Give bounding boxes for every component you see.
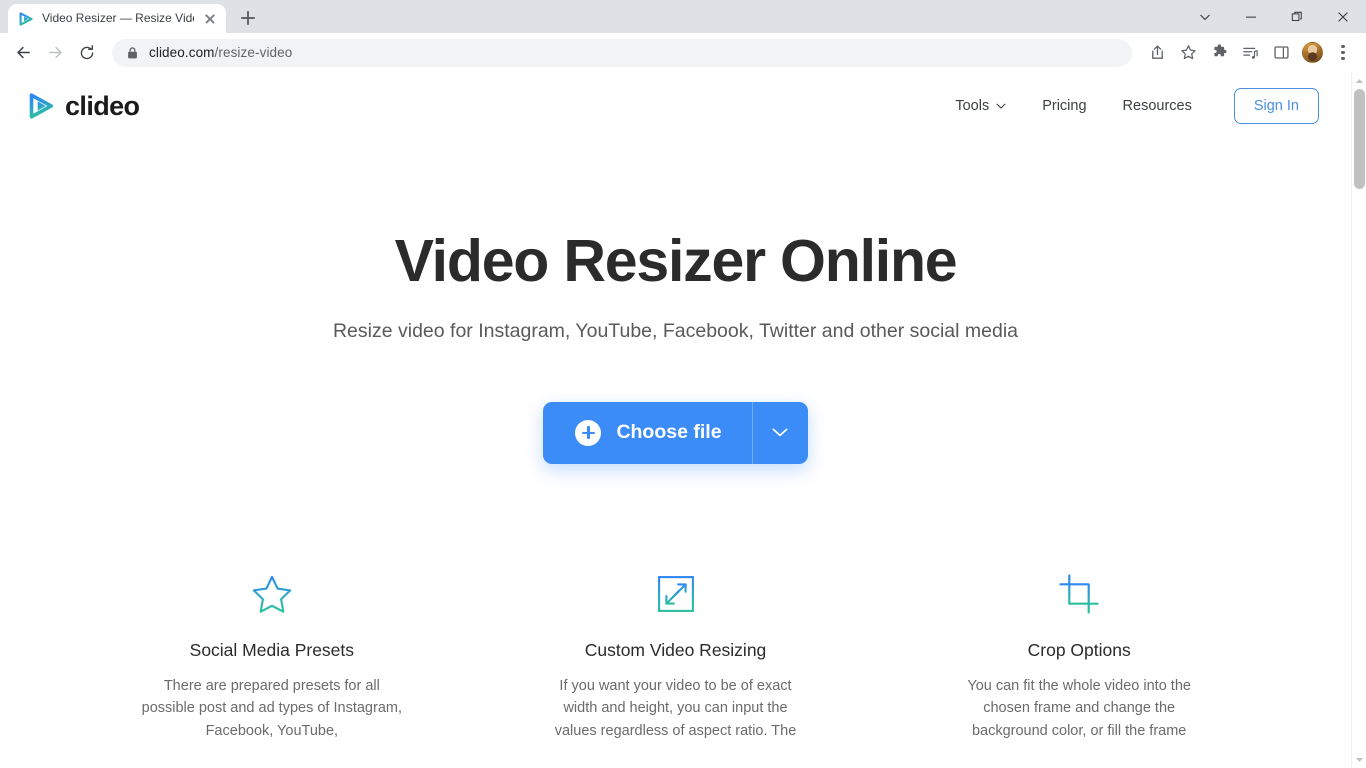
- url-text: clideo.com/resize-video: [149, 45, 292, 60]
- tab-title: Video Resizer — Resize Video On: [42, 11, 194, 25]
- hero-section: Video Resizer Online Resize video for In…: [0, 140, 1351, 464]
- scrollbar-thumb[interactable]: [1354, 89, 1365, 189]
- crop-icon: [905, 572, 1253, 616]
- url-domain: clideo.com: [149, 45, 215, 60]
- profile-button[interactable]: [1297, 38, 1327, 68]
- maximize-restore-icon: [1291, 11, 1302, 21]
- scroll-down-arrow[interactable]: [1352, 751, 1366, 768]
- feature-text: If you want your video to be of exact wi…: [554, 677, 797, 739]
- back-button[interactable]: [8, 38, 38, 68]
- reload-icon: [80, 44, 94, 59]
- url-path: /resize-video: [214, 45, 293, 60]
- star-outline-icon: [1180, 45, 1196, 60]
- browser-tab[interactable]: Video Resizer — Resize Video On: [8, 4, 226, 33]
- star-outline-icon: [98, 572, 446, 616]
- plus-circle-icon: [575, 419, 602, 446]
- chrome-menu-button[interactable]: [1328, 38, 1358, 68]
- nav-item-label: Tools: [955, 98, 990, 114]
- page-scrollbar[interactable]: [1351, 72, 1366, 768]
- sign-in-button[interactable]: Sign In: [1233, 88, 1319, 124]
- share-button[interactable]: [1142, 38, 1172, 68]
- nav-item-pricing[interactable]: Pricing: [1024, 88, 1104, 124]
- avatar-icon: [1301, 42, 1323, 63]
- site-logo[interactable]: clideo: [26, 90, 140, 122]
- site-logo-text: clideo: [65, 90, 140, 121]
- minimize-icon: [1246, 16, 1256, 18]
- clideo-play-logo: [26, 91, 56, 121]
- browser-toolbar: clideo.com/resize-video: [0, 33, 1366, 72]
- playlist-music-icon: [1242, 47, 1258, 59]
- close-window-button[interactable]: [1320, 0, 1366, 33]
- feature-text: You can fit the whole video into the cho…: [967, 677, 1191, 739]
- close-icon: [1338, 11, 1348, 22]
- feature-title: Custom Video Resizing: [584, 639, 767, 660]
- side-panel-button[interactable]: [1266, 38, 1296, 68]
- clideo-play-favicon: [18, 11, 34, 27]
- scroll-up-arrow[interactable]: [1352, 72, 1366, 89]
- chevron-down-icon: [1200, 14, 1210, 20]
- forward-button[interactable]: [40, 38, 70, 68]
- toolbar-icons: [1142, 38, 1358, 68]
- side-panel-icon: [1273, 46, 1289, 59]
- nav-item-tools[interactable]: Tools: [937, 88, 1024, 124]
- chevron-down-icon: [772, 428, 788, 437]
- share-icon: [1151, 45, 1163, 59]
- site-nav: Tools Pricing Resources Sign In: [937, 88, 1319, 124]
- feature-card-social-media-presets: Social Media Presets There are prepared …: [70, 572, 474, 743]
- new-tab-button[interactable]: [234, 4, 262, 32]
- window-controls: [1182, 0, 1366, 33]
- feature-text: There are prepared presets for all possi…: [141, 677, 402, 739]
- kebab-menu-icon: [1341, 45, 1345, 60]
- choose-file-dropdown-button[interactable]: [751, 401, 808, 464]
- lock-icon: [126, 46, 139, 60]
- puzzle-icon: [1213, 44, 1226, 57]
- choose-file-button[interactable]: Choose file: [543, 402, 751, 464]
- page-viewport: clideo Tools Pricing Resources Sign In V…: [0, 72, 1366, 768]
- arrow-right-icon: [48, 46, 62, 59]
- hero-subtitle: Resize video for Instagram, YouTube, Fac…: [332, 319, 1019, 342]
- page-title: Video Resizer Online: [394, 228, 958, 294]
- nav-item-resources[interactable]: Resources: [1105, 88, 1210, 124]
- feature-title: Social Media Presets: [189, 639, 355, 660]
- feature-card-custom-video-resizing: Custom Video Resizing If you want your v…: [474, 572, 878, 743]
- tab-strip: Video Resizer — Resize Video On: [0, 0, 1366, 33]
- web-page: clideo Tools Pricing Resources Sign In V…: [0, 72, 1351, 768]
- features-section: Social Media Presets There are prepared …: [0, 572, 1351, 743]
- bookmark-button[interactable]: [1173, 38, 1203, 68]
- arrow-left-icon: [16, 46, 30, 59]
- resize-arrows-icon: [502, 572, 850, 616]
- tab-search-button[interactable]: [1182, 0, 1228, 33]
- extensions-button[interactable]: [1204, 38, 1234, 68]
- address-bar[interactable]: clideo.com/resize-video: [112, 38, 1132, 67]
- media-list-button[interactable]: [1235, 38, 1265, 68]
- nav-item-label: Pricing: [1042, 98, 1087, 114]
- minimize-button[interactable]: [1228, 0, 1274, 33]
- feature-card-crop-options: Crop Options You can fit the whole video…: [877, 572, 1281, 743]
- nav-item-label: Resources: [1122, 98, 1192, 114]
- chevron-down-icon: [996, 103, 1006, 109]
- site-header: clideo Tools Pricing Resources Sign In: [0, 72, 1351, 140]
- reload-button[interactable]: [72, 38, 102, 68]
- browser-window: Video Resizer — Resize Video On: [0, 0, 1366, 768]
- choose-file-group: Choose file: [543, 401, 808, 464]
- feature-title: Crop Options: [1027, 639, 1131, 660]
- close-icon[interactable]: [202, 11, 218, 27]
- maximize-button[interactable]: [1274, 0, 1320, 33]
- cta-container: Choose file: [0, 401, 1351, 464]
- choose-file-label: Choose file: [616, 421, 722, 444]
